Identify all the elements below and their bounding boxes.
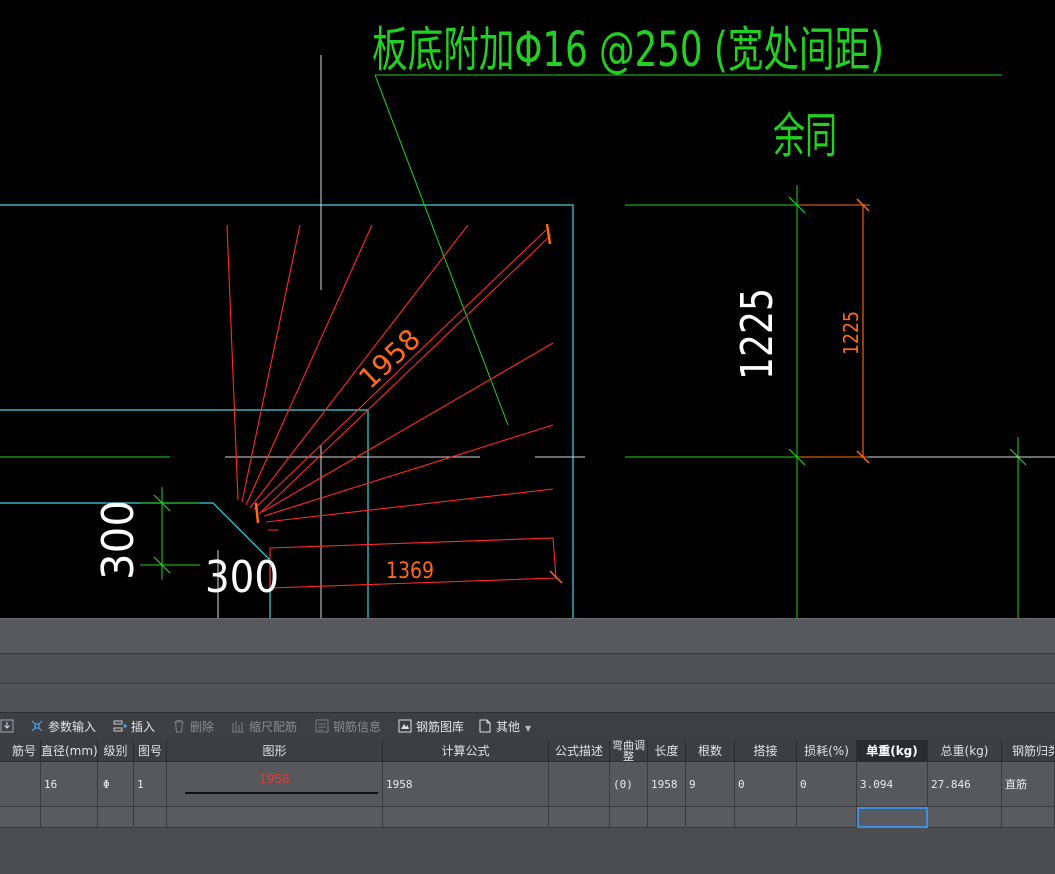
dim-1369-text: 1369 [386,559,434,584]
insert-icon [113,720,127,732]
cell-bar-no[interactable] [0,762,41,807]
cell-formula-desc[interactable] [549,762,610,807]
shape-rebar-line [185,792,378,794]
dim-1225-large-text: 1225 [732,288,783,380]
toolbar-rebar-info-button[interactable]: 钢筋信息 [315,718,381,736]
col-header-formula-desc[interactable]: 公式描述 [549,740,610,762]
cell-figure-no[interactable]: 1 [134,762,167,807]
rebar-1958-tick-end [545,223,552,245]
rebar-library-icon [398,719,412,733]
cell-category[interactable]: 直筋 [1002,762,1055,807]
col-header-loss[interactable]: 损耗(%) [797,740,857,762]
col-header-category[interactable]: 钢筋归类 [1002,740,1055,762]
empty-cell[interactable] [648,807,686,828]
cell-formula[interactable]: 1958 [383,762,549,807]
rebar-toolbar: 参数输入 插入 删除 缩尺配筋 钢筋信息 钢筋图库 其他 ▼ [0,712,1055,741]
empty-cell[interactable] [549,807,610,828]
empty-cell[interactable] [928,807,1002,828]
other-icon [479,719,491,733]
col-header-formula[interactable]: 计算公式 [383,740,549,762]
cell-unit-weight[interactable]: 3.094 [857,762,928,807]
toolbar-scale-rebar-button[interactable]: 缩尺配筋 [231,718,297,736]
toolbar-rebar-library-button[interactable]: 钢筋图库 [398,718,464,736]
cad-drawing-canvas[interactable]: 板底附加Φ16 @250 (宽处间距) 余同 1958 1369 1225 12… [0,0,1055,618]
col-header-total-weight[interactable]: 总重(kg) [928,740,1002,762]
cell-shape[interactable]: 1958 [167,762,383,807]
annotation-main-text: 板底附加Φ16 @250 (宽处间距) [372,22,884,78]
rebar-info-icon [315,719,329,733]
cell-length[interactable]: 1958 [648,762,686,807]
toolbar-label: 参数输入 [48,720,97,734]
param-input-icon [31,720,43,732]
annotation-sub-text: 余同 [773,108,837,164]
col-header-length[interactable]: 长度 [648,740,686,762]
col-header-bar-no[interactable]: 筋号 [0,740,41,762]
panel-sub-strip [0,683,1055,713]
toolbar-label: 缩尺配筋 [249,720,298,734]
cell-loss[interactable]: 0 [797,762,857,807]
toolbar-overflow-button[interactable] [0,718,18,736]
panel-header-strip [0,653,1055,684]
empty-cell[interactable] [167,807,383,828]
toolbar-label: 其他 [496,720,521,734]
col-header-lap[interactable]: 搭接 [735,740,797,762]
col-header-figure-no[interactable]: 图号 [134,740,167,762]
dim-300-text-a: 300 [93,500,144,580]
empty-cell[interactable] [735,807,797,828]
shape-length-label: 1958 [259,772,290,786]
rebar-table: 筋号 直径(mm) 级别 图号 图形 计算公式 公式描述 弯曲调整 长度 根数 … [0,740,1055,874]
toolbar-other-button[interactable]: 其他 ▼ [478,718,531,736]
col-header-grade[interactable]: 级别 [98,740,134,762]
col-header-count[interactable]: 根数 [686,740,735,762]
toolbar-label: 钢筋图库 [416,720,465,734]
toolbar-label: 插入 [131,720,156,734]
empty-cell[interactable] [1002,807,1055,828]
delete-icon [174,719,184,733]
scale-rebar-icon [232,721,244,733]
dim-1225-small-text: 1225 [839,311,863,355]
cell-total-weight[interactable]: 27.846 [928,762,1002,807]
empty-cell[interactable] [383,807,549,828]
empty-cell[interactable] [134,807,167,828]
cell-bend-adjust[interactable]: (0) [610,762,648,807]
empty-cell[interactable] [41,807,98,828]
dim-1958-text: 1958 [352,322,427,395]
dim-300-text-b: 300 [205,552,279,603]
empty-cell[interactable] [98,807,134,828]
cad-drawing: 板底附加Φ16 @250 (宽处间距) 余同 1958 1369 1225 12… [0,22,1055,618]
col-header-shape[interactable]: 图形 [167,740,383,762]
empty-cell[interactable] [797,807,857,828]
toolbar-label: 删除 [190,720,215,734]
cell-count[interactable]: 9 [686,762,735,807]
empty-cell[interactable] [686,807,735,828]
toolbar-param-input-button[interactable]: 参数输入 [30,718,96,736]
chevron-down-icon: ▼ [525,724,532,733]
empty-cell[interactable] [610,807,648,828]
toolbar-delete-button[interactable]: 删除 [172,718,214,736]
toolbar-label: 钢筋信息 [333,720,382,734]
cell-grade[interactable]: Φ [98,762,134,807]
col-header-unit-weight[interactable]: 单重(kg) [857,740,928,762]
empty-cell[interactable] [0,807,41,828]
panel-splitter[interactable] [0,618,1055,654]
toolbar-insert-button[interactable]: 插入 [113,718,155,736]
download-icon [0,719,14,733]
slab-outer-boundary [0,204,574,618]
col-header-bend-adjust[interactable]: 弯曲调整 [610,740,648,762]
cell-diameter[interactable]: 16 [41,762,98,807]
col-header-diameter[interactable]: 直径(mm) [41,740,98,762]
cell-lap[interactable]: 0 [735,762,797,807]
active-cell-unit-weight[interactable] [857,807,928,828]
